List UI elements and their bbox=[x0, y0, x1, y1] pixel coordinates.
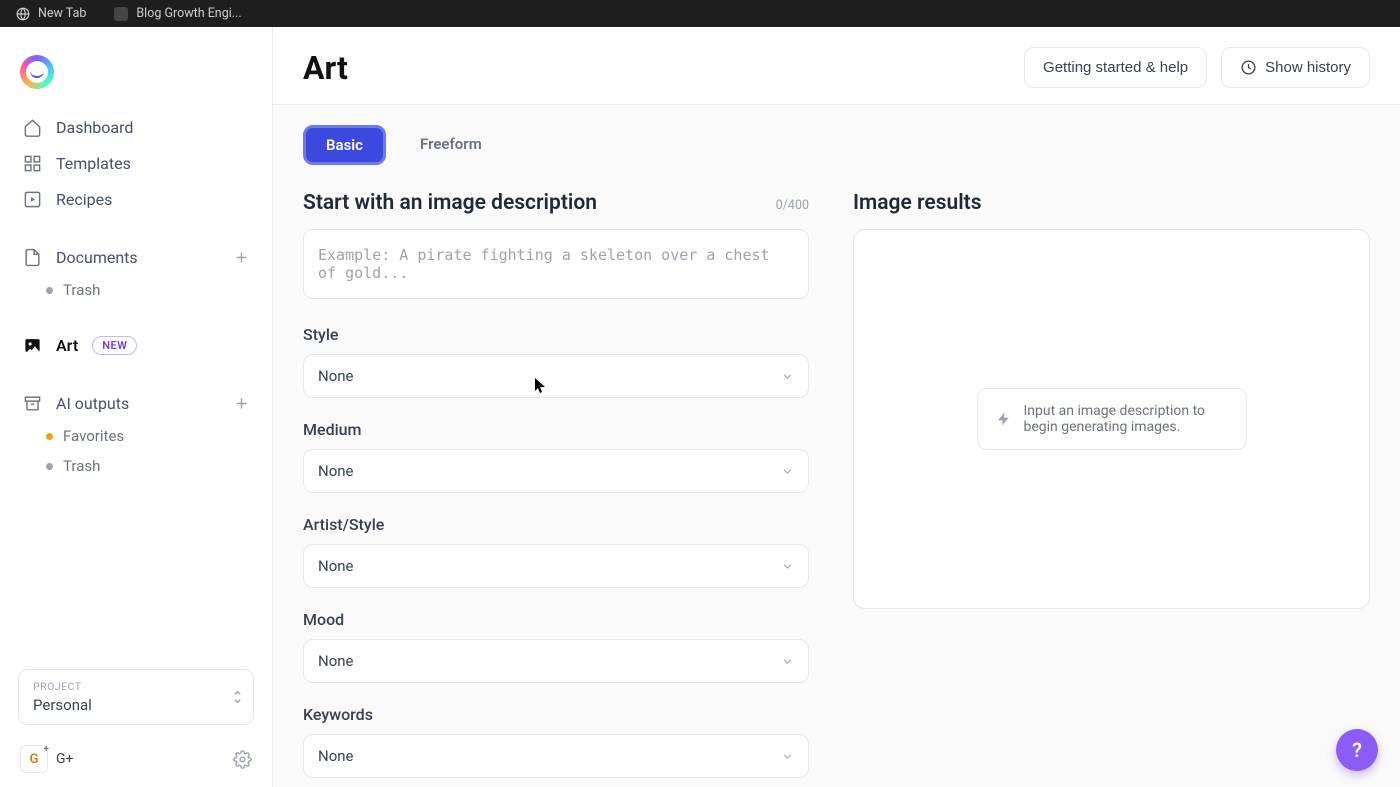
help-button-label: Getting started & help bbox=[1043, 59, 1188, 76]
results-title: Image results bbox=[853, 191, 1370, 215]
sidebar-item-recipes[interactable]: Recipes bbox=[12, 181, 260, 217]
browser-tab-label: Blog Growth Engi... bbox=[136, 6, 241, 21]
sidebar-item-label: Templates bbox=[56, 154, 131, 173]
dot-icon bbox=[46, 463, 53, 470]
sidebar-item-label: Dashboard bbox=[56, 118, 133, 137]
sidebar-item-dashboard[interactable]: Dashboard bbox=[12, 109, 260, 145]
site-icon bbox=[114, 7, 128, 21]
clock-icon bbox=[1240, 59, 1257, 76]
mood-select-value: None bbox=[318, 652, 354, 670]
help-button[interactable]: Getting started & help bbox=[1024, 47, 1207, 88]
sidebar-item-label: Documents bbox=[56, 248, 138, 267]
results-hint: Input an image description to begin gene… bbox=[977, 388, 1247, 450]
add-output-icon[interactable] bbox=[233, 395, 250, 412]
sidebar-item-label: Trash bbox=[63, 281, 100, 299]
desc-section-title: Start with an image description 0/400 bbox=[303, 191, 809, 215]
sidebar-item-label: Favorites bbox=[63, 427, 124, 445]
chevron-down-icon bbox=[781, 560, 794, 573]
sidebar-item-label: Art bbox=[56, 336, 78, 355]
app-logo[interactable] bbox=[20, 55, 54, 89]
mode-tabs: Basic Freeform bbox=[303, 125, 1370, 165]
sidebar: Dashboard Templates Recipes bbox=[0, 27, 273, 787]
sidebar-item-documents[interactable]: Documents bbox=[12, 239, 260, 275]
image-icon bbox=[22, 335, 42, 355]
project-switcher-value: Personal bbox=[33, 696, 239, 714]
form-column: Start with an image description 0/400 St… bbox=[303, 191, 809, 787]
artist-select-value: None bbox=[318, 557, 354, 575]
medium-select-value: None bbox=[318, 462, 354, 480]
artist-select[interactable]: None bbox=[303, 544, 809, 588]
main: Art Getting started & help Show history … bbox=[273, 27, 1400, 787]
keywords-label: Keywords bbox=[303, 705, 809, 724]
avatar[interactable]: G+ bbox=[20, 745, 48, 773]
chevron-down-icon bbox=[781, 655, 794, 668]
results-box: Input an image description to begin gene… bbox=[853, 229, 1370, 609]
browser-tab-bar: New Tab Blog Growth Engi... bbox=[0, 0, 1400, 27]
show-history-button[interactable]: Show history bbox=[1221, 47, 1370, 88]
browser-tab-label: New Tab bbox=[38, 6, 86, 21]
chevron-up-down-icon bbox=[232, 689, 243, 705]
globe-icon bbox=[16, 7, 30, 21]
chevron-down-icon bbox=[781, 370, 794, 383]
chevron-down-icon bbox=[781, 750, 794, 763]
grid-icon bbox=[22, 153, 42, 173]
sidebar-item-favorites[interactable]: Favorites bbox=[12, 421, 260, 451]
sidebar-item-label: AI outputs bbox=[56, 394, 129, 413]
project-switcher[interactable]: PROJECT Personal bbox=[18, 669, 254, 725]
new-badge: NEW bbox=[92, 336, 137, 355]
archive-icon bbox=[22, 393, 42, 413]
help-fab[interactable]: ? bbox=[1336, 729, 1378, 771]
mood-label: Mood bbox=[303, 610, 809, 629]
dot-icon bbox=[46, 433, 53, 440]
sidebar-item-outputs-trash[interactable]: Trash bbox=[12, 451, 260, 481]
char-counter: 0/400 bbox=[776, 198, 809, 213]
sidebar-item-ai-outputs[interactable]: AI outputs bbox=[12, 385, 260, 421]
keywords-select[interactable]: None bbox=[303, 734, 809, 778]
tab-basic[interactable]: Basic bbox=[303, 125, 386, 165]
bolt-icon bbox=[996, 411, 1012, 427]
medium-label: Medium bbox=[303, 420, 809, 439]
document-icon bbox=[22, 247, 42, 267]
keywords-select-value: None bbox=[318, 747, 354, 765]
page-header: Art Getting started & help Show history bbox=[273, 27, 1400, 105]
browser-tab-blog[interactable]: Blog Growth Engi... bbox=[106, 6, 249, 21]
page-title: Art bbox=[303, 49, 348, 87]
medium-select[interactable]: None bbox=[303, 449, 809, 493]
gear-icon[interactable] bbox=[233, 750, 252, 769]
chevron-down-icon bbox=[781, 465, 794, 478]
sidebar-item-label: Trash bbox=[63, 457, 100, 475]
home-icon bbox=[22, 117, 42, 137]
style-select-value: None bbox=[318, 367, 354, 385]
user-name: G+ bbox=[56, 751, 73, 767]
dot-icon bbox=[46, 287, 53, 294]
show-history-label: Show history bbox=[1265, 59, 1351, 76]
sidebar-item-art[interactable]: Art NEW bbox=[12, 327, 260, 363]
mood-select[interactable]: None bbox=[303, 639, 809, 683]
tab-freeform[interactable]: Freeform bbox=[398, 125, 504, 165]
style-label: Style bbox=[303, 325, 809, 344]
sidebar-item-label: Recipes bbox=[56, 190, 112, 209]
sidebar-item-documents-trash[interactable]: Trash bbox=[12, 275, 260, 305]
results-hint-text: Input an image description to begin gene… bbox=[1024, 403, 1228, 435]
project-switcher-label: PROJECT bbox=[33, 680, 239, 693]
artist-label: Artist/Style bbox=[303, 515, 809, 534]
add-document-icon[interactable] bbox=[233, 249, 250, 266]
sidebar-item-templates[interactable]: Templates bbox=[12, 145, 260, 181]
image-description-input[interactable] bbox=[303, 229, 809, 299]
results-column: Image results Input an image description… bbox=[853, 191, 1370, 787]
style-select[interactable]: None bbox=[303, 354, 809, 398]
browser-tab-newtab[interactable]: New Tab bbox=[8, 6, 94, 21]
play-square-icon bbox=[22, 189, 42, 209]
